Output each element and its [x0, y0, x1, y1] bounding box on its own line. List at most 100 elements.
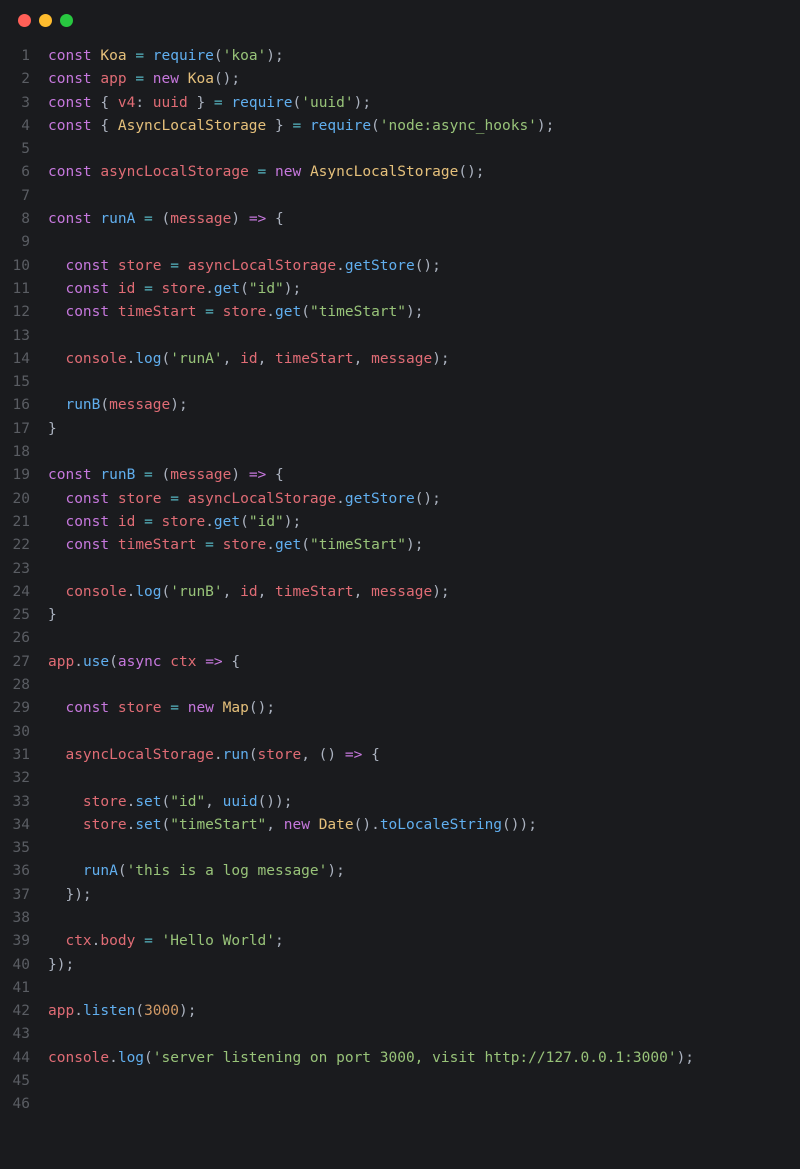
code-line[interactable]: const store = asyncLocalStorage.getStore… [48, 255, 800, 278]
line-number: 12 [0, 301, 30, 324]
code-line[interactable] [48, 907, 800, 930]
code-line[interactable]: } [48, 418, 800, 441]
line-number: 33 [0, 791, 30, 814]
code-line[interactable]: runA('this is a log message'); [48, 860, 800, 883]
code-line[interactable]: const app = new Koa(); [48, 68, 800, 91]
code-line[interactable]: }); [48, 954, 800, 977]
close-icon[interactable] [18, 14, 31, 27]
code-line[interactable] [48, 138, 800, 161]
line-number: 25 [0, 604, 30, 627]
line-number: 6 [0, 161, 30, 184]
editor-area[interactable]: 1234567891011121314151617181920212223242… [0, 37, 800, 1117]
code-line[interactable]: console.log('runB', id, timeStart, messa… [48, 581, 800, 604]
code-line[interactable]: app.listen(3000); [48, 1000, 800, 1023]
code-line[interactable]: const timeStart = store.get("timeStart")… [48, 301, 800, 324]
line-number: 31 [0, 744, 30, 767]
window-titlebar [0, 0, 800, 37]
code-line[interactable] [48, 767, 800, 790]
line-number: 7 [0, 185, 30, 208]
code-line[interactable]: console.log('runA', id, timeStart, messa… [48, 348, 800, 371]
line-number: 14 [0, 348, 30, 371]
line-number: 24 [0, 581, 30, 604]
line-number: 36 [0, 860, 30, 883]
line-number: 4 [0, 115, 30, 138]
code-line[interactable] [48, 441, 800, 464]
line-number: 18 [0, 441, 30, 464]
line-number: 9 [0, 231, 30, 254]
code-line[interactable]: const store = new Map(); [48, 697, 800, 720]
line-number-gutter: 1234567891011121314151617181920212223242… [0, 45, 48, 1117]
code-line[interactable]: } [48, 604, 800, 627]
code-line[interactable]: const id = store.get("id"); [48, 511, 800, 534]
line-number: 32 [0, 767, 30, 790]
line-number: 43 [0, 1023, 30, 1046]
code-line[interactable]: const runB = (message) => { [48, 464, 800, 487]
line-number: 11 [0, 278, 30, 301]
line-number: 16 [0, 394, 30, 417]
code-line[interactable]: const id = store.get("id"); [48, 278, 800, 301]
code-line[interactable] [48, 1023, 800, 1046]
code-line[interactable] [48, 325, 800, 348]
line-number: 5 [0, 138, 30, 161]
code-line[interactable] [48, 231, 800, 254]
line-number: 15 [0, 371, 30, 394]
code-line[interactable]: const { AsyncLocalStorage } = require('n… [48, 115, 800, 138]
line-number: 3 [0, 92, 30, 115]
line-number: 26 [0, 627, 30, 650]
code-line[interactable]: store.set("timeStart", new Date().toLoca… [48, 814, 800, 837]
code-line[interactable]: asyncLocalStorage.run(store, () => { [48, 744, 800, 767]
code-line[interactable] [48, 721, 800, 744]
line-number: 37 [0, 884, 30, 907]
line-number: 29 [0, 697, 30, 720]
line-number: 19 [0, 464, 30, 487]
code-line[interactable] [48, 371, 800, 394]
code-line[interactable] [48, 674, 800, 697]
line-number: 41 [0, 977, 30, 1000]
code-line[interactable] [48, 1093, 800, 1116]
code-line[interactable] [48, 558, 800, 581]
line-number: 22 [0, 534, 30, 557]
line-number: 20 [0, 488, 30, 511]
line-number: 46 [0, 1093, 30, 1116]
line-number: 44 [0, 1047, 30, 1070]
code-line[interactable]: const store = asyncLocalStorage.getStore… [48, 488, 800, 511]
code-line[interactable]: const asyncLocalStorage = new AsyncLocal… [48, 161, 800, 184]
code-line[interactable]: const { v4: uuid } = require('uuid'); [48, 92, 800, 115]
code-line[interactable]: runB(message); [48, 394, 800, 417]
line-number: 28 [0, 674, 30, 697]
code-line[interactable]: console.log('server listening on port 30… [48, 1047, 800, 1070]
code-line[interactable] [48, 977, 800, 1000]
code-line[interactable] [48, 837, 800, 860]
line-number: 27 [0, 651, 30, 674]
code-content[interactable]: const Koa = require('koa');const app = n… [48, 45, 800, 1117]
line-number: 45 [0, 1070, 30, 1093]
line-number: 39 [0, 930, 30, 953]
code-line[interactable] [48, 1070, 800, 1093]
line-number: 35 [0, 837, 30, 860]
line-number: 23 [0, 558, 30, 581]
line-number: 10 [0, 255, 30, 278]
line-number: 42 [0, 1000, 30, 1023]
line-number: 2 [0, 68, 30, 91]
maximize-icon[interactable] [60, 14, 73, 27]
line-number: 17 [0, 418, 30, 441]
line-number: 13 [0, 325, 30, 348]
code-editor-window: 1234567891011121314151617181920212223242… [0, 0, 800, 1169]
line-number: 8 [0, 208, 30, 231]
code-line[interactable]: const runA = (message) => { [48, 208, 800, 231]
line-number: 30 [0, 721, 30, 744]
code-line[interactable]: const timeStart = store.get("timeStart")… [48, 534, 800, 557]
line-number: 38 [0, 907, 30, 930]
code-line[interactable]: store.set("id", uuid()); [48, 791, 800, 814]
minimize-icon[interactable] [39, 14, 52, 27]
line-number: 21 [0, 511, 30, 534]
code-line[interactable]: const Koa = require('koa'); [48, 45, 800, 68]
code-line[interactable]: }); [48, 884, 800, 907]
code-line[interactable]: app.use(async ctx => { [48, 651, 800, 674]
code-line[interactable] [48, 185, 800, 208]
line-number: 1 [0, 45, 30, 68]
code-line[interactable] [48, 627, 800, 650]
code-line[interactable]: ctx.body = 'Hello World'; [48, 930, 800, 953]
line-number: 40 [0, 954, 30, 977]
line-number: 34 [0, 814, 30, 837]
